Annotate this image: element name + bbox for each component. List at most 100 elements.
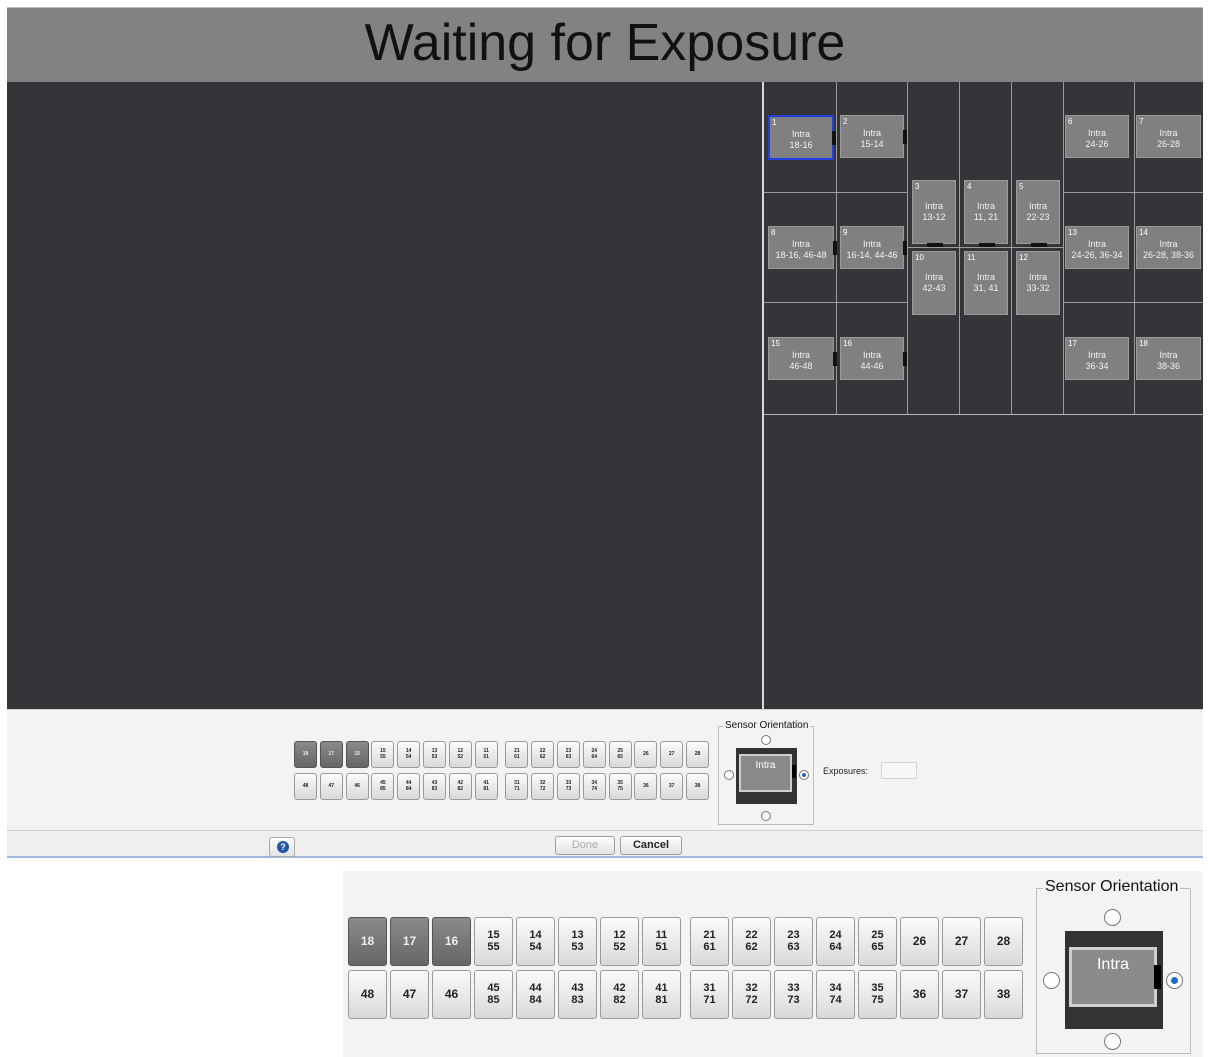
- orientation-top-radio[interactable]: [1104, 909, 1121, 926]
- tooth-button-25-65-zoomed[interactable]: 25 65: [858, 917, 897, 966]
- tooth-button-48-zoomed[interactable]: 48: [348, 970, 387, 1019]
- exposure-tile[interactable]: 16 Intra 44-46: [840, 337, 907, 380]
- tooth-button-43-83-zoomed[interactable]: 43 83: [558, 970, 597, 1019]
- exposure-tile[interactable]: 1 Intra 18-16: [768, 115, 836, 160]
- exposure-tile[interactable]: 13 Intra 24-26, 36-34: [1065, 226, 1129, 269]
- tooth-button-31-71[interactable]: 31 71: [505, 773, 529, 800]
- tooth-button-33-73-zoomed[interactable]: 33 73: [774, 970, 813, 1019]
- tooth-button-36-zoomed[interactable]: 36: [900, 970, 939, 1019]
- orientation-left-radio[interactable]: [724, 770, 734, 780]
- tooth-button-27[interactable]: 27: [660, 741, 684, 768]
- orientation-bottom-radio[interactable]: [761, 811, 771, 821]
- tooth-button-16-zoomed[interactable]: 16: [432, 917, 471, 966]
- tooth-button-34-74[interactable]: 34 74: [582, 773, 606, 800]
- tooth-button-35-75-zoomed[interactable]: 35 75: [858, 970, 897, 1019]
- tooth-button-26-zoomed[interactable]: 26: [900, 917, 939, 966]
- exposure-tile[interactable]: 2 Intra 15-14: [840, 115, 907, 158]
- tooth-button-22-62-zoomed[interactable]: 22 62: [732, 917, 771, 966]
- exposure-tile[interactable]: 18 Intra 38-36: [1136, 337, 1201, 380]
- tooth-button-18-zoomed[interactable]: 18: [348, 917, 387, 966]
- tooth-button-28[interactable]: 28: [686, 741, 709, 768]
- tooth-button-13-53-zoomed[interactable]: 13 53: [558, 917, 597, 966]
- tooth-button-34-74-zoomed[interactable]: 34 74: [816, 970, 855, 1019]
- tooth-button-24-64-zoomed[interactable]: 24 64: [816, 917, 855, 966]
- exposure-tile[interactable]: 7 Intra 26-28: [1136, 115, 1201, 158]
- tooth-button-36[interactable]: 36: [634, 773, 658, 800]
- tooth-button-11-51[interactable]: 11 51: [474, 741, 498, 768]
- exposures-field[interactable]: [881, 762, 917, 779]
- tooth-button-26[interactable]: 26: [634, 741, 658, 768]
- tooth-button-14-54-zoomed[interactable]: 14 54: [516, 917, 555, 966]
- tooth-button-27-zoomed[interactable]: 27: [942, 917, 981, 966]
- tooth-button-45-85[interactable]: 45 85: [371, 773, 395, 800]
- tooth-button-25-65[interactable]: 25 65: [608, 741, 632, 768]
- tooth-button-41-81[interactable]: 41 81: [474, 773, 498, 800]
- tooth-button-35-75[interactable]: 35 75: [608, 773, 632, 800]
- tooth-button-46[interactable]: 46: [345, 773, 369, 800]
- orientation-right-radio[interactable]: [799, 770, 809, 780]
- tooth-button-15-55-zoomed[interactable]: 15 55: [474, 917, 513, 966]
- exposure-tile[interactable]: 15 Intra 46-48: [768, 337, 837, 380]
- exposure-tile[interactable]: 5 Intra 22-23: [1016, 180, 1060, 247]
- tooth-button-17[interactable]: 17: [319, 741, 343, 768]
- sensor-preview[interactable]: Intra: [1065, 931, 1163, 1029]
- tooth-button-18[interactable]: 18: [294, 741, 317, 768]
- orientation-top-radio[interactable]: [761, 735, 771, 745]
- exposure-tile[interactable]: 17 Intra 36-34: [1065, 337, 1129, 380]
- tooth-button-42-82-zoomed[interactable]: 42 82: [600, 970, 639, 1019]
- tooth-button-42-82[interactable]: 42 82: [448, 773, 472, 800]
- tooth-button-12-52-zoomed[interactable]: 12 52: [600, 917, 639, 966]
- tooth-button-46-zoomed[interactable]: 46: [432, 970, 471, 1019]
- tooth-button-15-55[interactable]: 15 55: [371, 741, 395, 768]
- tooth-number: 54: [405, 753, 412, 760]
- tooth-button-23-63-zoomed[interactable]: 23 63: [774, 917, 813, 966]
- tooth-button-48[interactable]: 48: [294, 773, 317, 800]
- exposure-tile[interactable]: 14 Intra 26-28, 38-36: [1136, 226, 1201, 269]
- tooth-button-21-61[interactable]: 21 61: [505, 741, 529, 768]
- exposure-tile[interactable]: 6 Intra 24-26: [1065, 115, 1129, 158]
- tooth-button-24-64[interactable]: 24 64: [582, 741, 606, 768]
- exposure-tile[interactable]: 4 Intra 11, 21: [964, 180, 1008, 247]
- tooth-button-47[interactable]: 47: [319, 773, 343, 800]
- exposure-tile[interactable]: 10 Intra 42-43: [912, 251, 956, 315]
- tile-number: 15: [771, 339, 780, 348]
- exposure-tile[interactable]: 12 Intra 33-32: [1016, 251, 1060, 315]
- sensor-preview[interactable]: Intra: [736, 748, 797, 804]
- tooth-button-44-84[interactable]: 44 84: [397, 773, 421, 800]
- exposure-tile[interactable]: 9 Intra 16-14, 44-46: [840, 226, 907, 269]
- exposure-tile[interactable]: 11 Intra 31, 41: [964, 251, 1008, 315]
- tooth-button-32-72-zoomed[interactable]: 32 72: [732, 970, 771, 1019]
- done-button[interactable]: Done: [555, 836, 615, 855]
- tooth-button-16[interactable]: 16: [345, 741, 369, 768]
- tooth-button-22-62[interactable]: 22 62: [531, 741, 555, 768]
- exposure-tile[interactable]: 3 Intra 13-12: [912, 180, 956, 247]
- tooth-button-13-53[interactable]: 13 53: [423, 741, 446, 768]
- tooth-button-38[interactable]: 38: [686, 773, 709, 800]
- tooth-button-45-85-zoomed[interactable]: 45 85: [474, 970, 513, 1019]
- tooth-button-17-zoomed[interactable]: 17: [390, 917, 429, 966]
- grid-line: [907, 247, 1063, 248]
- tooth-button-47-zoomed[interactable]: 47: [390, 970, 429, 1019]
- orientation-left-radio[interactable]: [1043, 972, 1060, 989]
- tooth-button-43-83[interactable]: 43 83: [423, 773, 446, 800]
- tooth-button-31-71-zoomed[interactable]: 31 71: [690, 970, 729, 1019]
- orientation-right-radio[interactable]: [1166, 972, 1183, 989]
- tooth-button-12-52[interactable]: 12 52: [448, 741, 472, 768]
- tooth-button-32-72[interactable]: 32 72: [531, 773, 555, 800]
- tooth-number: 23: [787, 928, 800, 941]
- tooth-button-38-zoomed[interactable]: 38: [984, 970, 1023, 1019]
- tooth-button-37-zoomed[interactable]: 37: [942, 970, 981, 1019]
- help-button[interactable]: ?: [269, 837, 295, 857]
- tooth-button-11-51-zoomed[interactable]: 11 51: [642, 917, 681, 966]
- tooth-button-41-81-zoomed[interactable]: 41 81: [642, 970, 681, 1019]
- exposure-tile[interactable]: 8 Intra 18-16, 46-48: [768, 226, 837, 269]
- tooth-button-37[interactable]: 37: [660, 773, 684, 800]
- tooth-button-21-61-zoomed[interactable]: 21 61: [690, 917, 729, 966]
- tooth-button-44-84-zoomed[interactable]: 44 84: [516, 970, 555, 1019]
- tooth-button-28-zoomed[interactable]: 28: [984, 917, 1023, 966]
- tooth-button-33-73[interactable]: 33 73: [557, 773, 580, 800]
- cancel-button[interactable]: Cancel: [620, 836, 682, 855]
- tooth-button-23-63[interactable]: 23 63: [557, 741, 580, 768]
- orientation-bottom-radio[interactable]: [1104, 1033, 1121, 1050]
- tooth-button-14-54[interactable]: 14 54: [397, 741, 421, 768]
